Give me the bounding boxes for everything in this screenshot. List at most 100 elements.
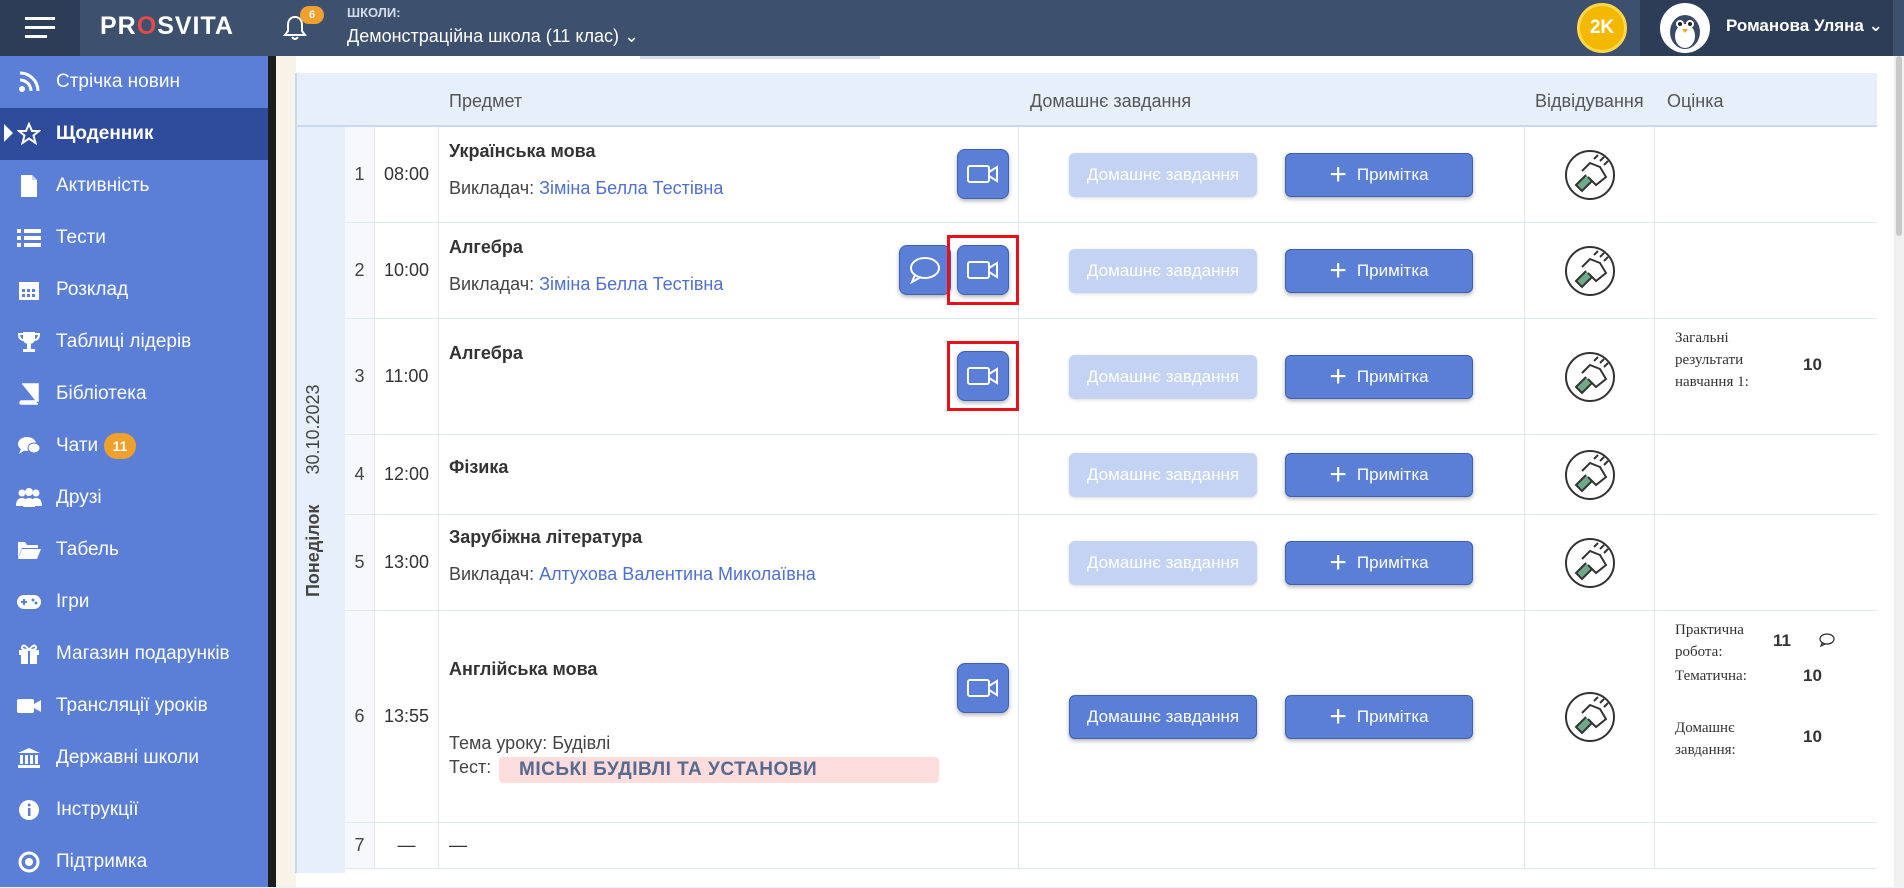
subject-name: Зарубіжна література xyxy=(449,527,643,547)
homework-button[interactable]: Домашнє завдання xyxy=(1069,355,1257,399)
table-row: 7 — — xyxy=(345,823,1877,869)
attendance-cell xyxy=(1525,515,1655,610)
plus-icon: + xyxy=(1329,360,1347,393)
sidebar-item-report-card[interactable]: Табель xyxy=(0,524,268,576)
sidebar-item-instructions[interactable]: Інструкції xyxy=(0,784,268,836)
video-lesson-button[interactable] xyxy=(957,663,1009,713)
sidebar-item-friends[interactable]: Друзі xyxy=(0,472,268,524)
homework-button[interactable]: Домашнє завдання xyxy=(1069,695,1257,739)
day-label: Понеділок 30.10.2023 xyxy=(303,384,324,597)
chevron-down-icon: ⌄ xyxy=(1868,16,1883,35)
add-note-button[interactable]: + Примітка xyxy=(1285,541,1473,585)
notifications-badge: 6 xyxy=(300,6,324,24)
handshake-icon[interactable] xyxy=(1564,149,1616,201)
subject-cell: Алгебра xyxy=(439,319,1019,434)
handshake-icon[interactable] xyxy=(1564,245,1616,297)
teacher-link[interactable]: Зіміна Белла Тестівна xyxy=(539,178,723,198)
add-note-button[interactable]: + Примітка xyxy=(1285,249,1473,293)
lesson-time: 11:00 xyxy=(375,319,439,434)
add-note-button[interactable]: + Примітка xyxy=(1285,355,1473,399)
page-scrollbar[interactable] xyxy=(1894,56,1904,887)
subject-cell: Алгебра Викладач: Зіміна Белла Тестівна xyxy=(439,223,1019,318)
penguin-avatar-icon xyxy=(1670,15,1700,49)
grade-value[interactable]: 10 xyxy=(1803,666,1822,686)
users-icon xyxy=(16,485,42,511)
video-camera-icon xyxy=(967,165,998,183)
lesson-number: 7 xyxy=(345,823,375,868)
add-note-button[interactable]: + Примітка xyxy=(1285,695,1473,739)
grade-cell xyxy=(1655,515,1877,610)
sidebar-item-lesson-streams[interactable]: Трансляції уроків xyxy=(0,680,268,732)
sidebar-item-diary[interactable]: Щоденник xyxy=(0,108,268,160)
subject-name: — xyxy=(449,835,467,855)
sidebar-item-label: Ігри xyxy=(56,591,90,612)
attendance-cell xyxy=(1525,823,1655,868)
tab-indicator xyxy=(640,56,880,59)
sidebar-item-chats[interactable]: Чати 11 xyxy=(0,420,268,472)
hamburger-icon xyxy=(25,17,55,38)
plus-icon: + xyxy=(1329,700,1347,733)
menu-toggle-button[interactable] xyxy=(0,0,80,56)
test-link[interactable]: МІСЬКІ БУДІВЛІ ТА УСТАНОВИ xyxy=(499,757,939,783)
teacher-link[interactable]: Алтухова Валентина Миколаївна xyxy=(539,564,816,584)
table-row: 4 12:00 Фізика Домашнє завдання + Примітк… xyxy=(345,435,1877,515)
sidebar-item-support[interactable]: Підтримка xyxy=(0,836,268,888)
grade-cell xyxy=(1655,435,1877,514)
list-icon xyxy=(16,225,42,251)
grade-value[interactable]: 10 xyxy=(1803,727,1822,747)
sidebar: Стрічка новин Щоденник Активність Тести … xyxy=(0,56,268,887)
info-icon xyxy=(16,797,42,823)
comment-icon[interactable] xyxy=(1819,633,1835,647)
sidebar-item-label: Трансляції уроків xyxy=(56,695,208,716)
sidebar-item-label: Розклад xyxy=(56,279,129,300)
scrollbar-thumb[interactable] xyxy=(1896,56,1902,236)
handshake-icon[interactable] xyxy=(1564,351,1616,403)
handshake-icon[interactable] xyxy=(1564,691,1616,743)
table-row: 5 13:00 Зарубіжна література Викладач: А… xyxy=(345,515,1877,611)
trophy-icon xyxy=(16,329,42,355)
sidebar-scrollbar[interactable] xyxy=(268,56,276,887)
sidebar-item-state-schools[interactable]: Державні школи xyxy=(0,732,268,784)
sidebar-item-schedule[interactable]: Розклад xyxy=(0,264,268,316)
diary-table: Предмет Домашнє завдання Відвідування Оц… xyxy=(295,73,1877,873)
sidebar-item-leaderboards[interactable]: Таблиці лідерів xyxy=(0,316,268,368)
homework-button[interactable]: Домашнє завдання xyxy=(1069,453,1257,497)
handshake-icon[interactable] xyxy=(1564,449,1616,501)
homework-button[interactable]: Домашнє завдання xyxy=(1069,541,1257,585)
comment-button[interactable] xyxy=(899,245,951,295)
book-icon xyxy=(16,381,42,407)
grade-cell xyxy=(1655,823,1877,868)
homework-cell xyxy=(1019,823,1525,868)
school-selector[interactable]: Демонстраційна школа (11 клас) ⌄ xyxy=(347,26,639,47)
day-date: 30.10.2023 xyxy=(303,384,323,475)
grade-value[interactable]: 10 xyxy=(1803,355,1822,375)
lesson-number: 1 xyxy=(345,127,375,222)
sidebar-item-news[interactable]: Стрічка новин xyxy=(0,56,268,108)
subject-cell: Українська мова Викладач: Зіміна Белла Т… xyxy=(439,127,1019,222)
sidebar-item-tests[interactable]: Тести xyxy=(0,212,268,264)
sidebar-item-activity[interactable]: Активність xyxy=(0,160,268,212)
user-menu[interactable]: Романова Уляна ⌄ xyxy=(1640,0,1893,56)
homework-cell: Домашнє завдання + Примітка xyxy=(1019,515,1525,610)
sidebar-item-library[interactable]: Бібліотека xyxy=(0,368,268,420)
homework-button[interactable]: Домашнє завдання xyxy=(1069,153,1257,197)
sidebar-item-games[interactable]: Ігри xyxy=(0,576,268,628)
teacher-line: Викладач: Зіміна Белла Тестівна xyxy=(449,178,723,199)
homework-button[interactable]: Домашнє завдання xyxy=(1069,249,1257,293)
handshake-icon[interactable] xyxy=(1564,537,1616,589)
table-row: 1 08:00 Українська мова Викладач: Зіміна… xyxy=(345,127,1877,223)
video-lesson-button[interactable] xyxy=(957,149,1009,199)
calendar-icon xyxy=(16,277,42,303)
document-icon xyxy=(16,173,42,199)
sidebar-item-gift-shop[interactable]: Магазин подарунків xyxy=(0,628,268,680)
add-note-button[interactable]: + Примітка xyxy=(1285,453,1473,497)
user-name: Романова Уляна ⌄ xyxy=(1726,16,1883,35)
avatar xyxy=(1660,3,1710,53)
teacher-link[interactable]: Зіміна Белла Тестівна xyxy=(539,274,723,294)
prosvita-logo[interactable]: PROSVITA xyxy=(100,12,234,41)
grade-value[interactable]: 11 xyxy=(1773,631,1791,651)
add-note-button[interactable]: + Примітка xyxy=(1285,153,1473,197)
grade-cell xyxy=(1655,127,1877,222)
coins-balance[interactable]: 2K xyxy=(1577,3,1627,53)
speech-bubble-icon xyxy=(910,257,940,284)
